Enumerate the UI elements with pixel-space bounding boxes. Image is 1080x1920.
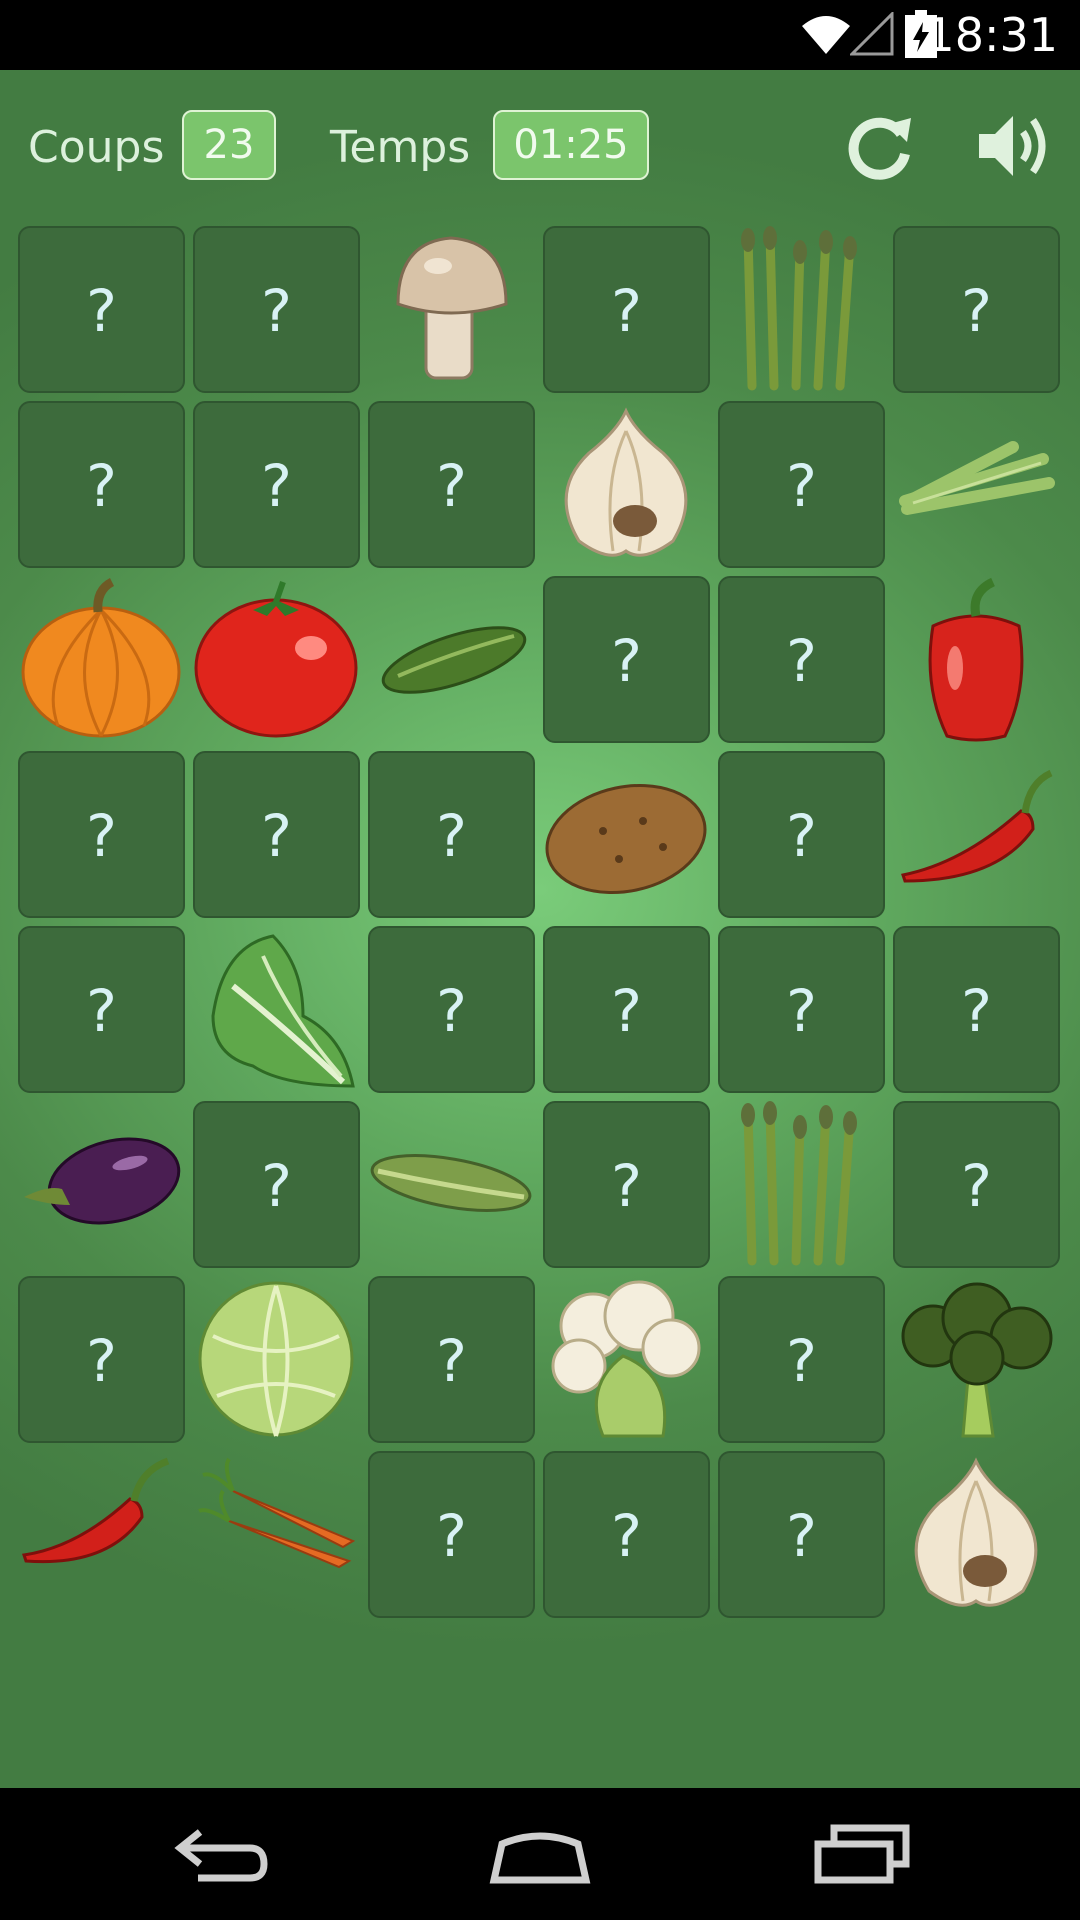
card-chili-pepper[interactable] — [18, 1451, 185, 1618]
card-hidden[interactable]: ? — [193, 1101, 360, 1268]
card-pumpkin[interactable] — [18, 576, 185, 743]
card-hidden[interactable]: ? — [543, 226, 710, 393]
card-garlic[interactable] — [543, 401, 710, 568]
garlic-icon — [914, 1457, 1038, 1607]
card-hidden[interactable]: ? — [368, 401, 535, 568]
card-hidden[interactable]: ? — [368, 1451, 535, 1618]
card-cauliflower[interactable] — [543, 1276, 710, 1443]
clock: 18:31 — [925, 8, 1058, 62]
card-hidden[interactable]: ? — [193, 401, 360, 568]
card-garlic[interactable] — [893, 1451, 1060, 1618]
card-hidden[interactable]: ? — [718, 1451, 885, 1618]
card-hidden[interactable]: ? — [193, 751, 360, 918]
card-hidden[interactable]: ? — [18, 751, 185, 918]
card-carrots[interactable] — [193, 1451, 360, 1618]
cucumber-icon — [381, 626, 527, 694]
card-hidden[interactable]: ? — [543, 926, 710, 1093]
moves-counter: 23 — [182, 110, 276, 180]
card-lettuce[interactable] — [193, 926, 360, 1093]
red-pepper-icon — [928, 577, 1024, 742]
time-label: Temps — [330, 122, 471, 173]
card-hidden[interactable]: ? — [18, 1276, 185, 1443]
card-celery[interactable] — [893, 401, 1060, 568]
moves-label: Coups — [28, 122, 165, 173]
card-cucumber[interactable] — [368, 576, 535, 743]
card-asparagus[interactable] — [718, 1101, 885, 1268]
game-area: Coups 23 Temps 01:25 ? ? ? ? ? ? ? ? ? ?… — [0, 70, 1080, 1788]
cauliflower-icon — [551, 1280, 701, 1438]
card-tomato[interactable] — [193, 576, 360, 743]
card-zucchini[interactable] — [368, 1101, 535, 1268]
card-hidden[interactable]: ? — [368, 751, 535, 918]
signal-icon — [850, 12, 894, 56]
card-hidden[interactable]: ? — [18, 926, 185, 1093]
zucchini-icon — [370, 1154, 532, 1212]
navigation-bar — [0, 1788, 1080, 1920]
card-hidden[interactable]: ? — [718, 1276, 885, 1443]
tomato-icon — [194, 581, 358, 738]
status-bar: 18:31 — [0, 0, 1080, 70]
chili-pepper-icon — [22, 1457, 170, 1564]
card-hidden[interactable]: ? — [18, 226, 185, 393]
mushroom-icon — [396, 236, 508, 380]
card-eggplant[interactable] — [18, 1101, 185, 1268]
asparagus-icon — [741, 226, 857, 391]
card-hidden[interactable]: ? — [18, 401, 185, 568]
card-hidden[interactable]: ? — [718, 926, 885, 1093]
recents-icon[interactable] — [812, 1818, 912, 1890]
eggplant-icon — [24, 1137, 181, 1225]
card-hidden[interactable]: ? — [543, 1451, 710, 1618]
card-hidden[interactable]: ? — [893, 226, 1060, 393]
cabbage-icon — [198, 1281, 354, 1437]
card-broccoli[interactable] — [893, 1276, 1060, 1443]
potato-icon — [545, 783, 707, 895]
asparagus-icon — [741, 1101, 857, 1266]
card-red-pepper[interactable] — [893, 576, 1060, 743]
time-counter: 01:25 — [493, 110, 649, 180]
card-hidden[interactable]: ? — [368, 1276, 535, 1443]
celery-icon — [899, 441, 1055, 515]
card-hidden[interactable]: ? — [543, 576, 710, 743]
card-hidden[interactable]: ? — [543, 1101, 710, 1268]
card-hidden[interactable]: ? — [718, 576, 885, 743]
back-icon[interactable] — [170, 1818, 270, 1890]
broccoli-icon — [901, 1282, 1053, 1438]
card-hidden[interactable]: ? — [893, 1101, 1060, 1268]
card-cabbage[interactable] — [193, 1276, 360, 1443]
card-hidden[interactable]: ? — [718, 751, 885, 918]
wifi-icon — [802, 16, 850, 54]
pumpkin-icon — [21, 577, 181, 738]
home-icon[interactable] — [488, 1818, 592, 1890]
card-hidden[interactable]: ? — [718, 401, 885, 568]
speaker-icon[interactable] — [975, 108, 1055, 184]
refresh-icon[interactable] — [845, 110, 917, 182]
card-hidden[interactable]: ? — [893, 926, 1060, 1093]
card-hidden[interactable]: ? — [368, 926, 535, 1093]
card-potato[interactable] — [543, 751, 710, 918]
chili-pepper-icon — [901, 769, 1053, 883]
card-asparagus[interactable] — [718, 226, 885, 393]
garlic-icon — [564, 407, 688, 557]
lettuce-icon — [211, 934, 355, 1088]
card-chili-pepper[interactable] — [893, 751, 1060, 918]
carrots-icon — [198, 1457, 356, 1569]
card-hidden[interactable]: ? — [193, 226, 360, 393]
card-mushroom[interactable] — [368, 226, 535, 393]
